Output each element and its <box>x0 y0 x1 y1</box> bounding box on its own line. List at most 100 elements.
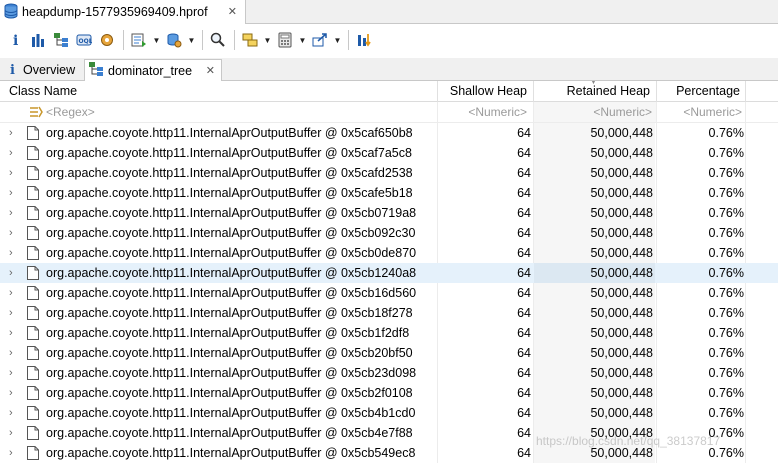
shallow-heap-cell: 64 <box>517 166 531 180</box>
shallow-heap-cell: 64 <box>517 286 531 300</box>
chevron-right-icon[interactable]: › <box>9 363 13 383</box>
table-row[interactable]: › org.apache.coyote.http11.InternalAprOut… <box>0 163 778 183</box>
class-name-cell: org.apache.coyote.http11.InternalAprOutp… <box>46 326 410 340</box>
chevron-right-icon[interactable]: › <box>9 303 13 323</box>
chevron-right-icon[interactable]: › <box>9 283 13 303</box>
percentage-cell: 0.76% <box>708 366 744 380</box>
close-icon[interactable]: ✕ <box>228 5 237 18</box>
class-name-cell: org.apache.coyote.http11.InternalAprOutp… <box>46 306 413 320</box>
close-icon[interactable]: ✕ <box>206 64 215 77</box>
column-header-shallow-heap[interactable]: Shallow Heap <box>438 81 534 102</box>
chevron-right-icon[interactable]: › <box>9 203 13 223</box>
tab-overview-label: Overview <box>23 63 76 77</box>
dominator-tree-icon[interactable] <box>51 29 71 51</box>
table-row[interactable]: › org.apache.coyote.http11.InternalAprOut… <box>0 203 778 223</box>
retained-heap-cell: 50,000,448 <box>534 403 655 423</box>
table-row[interactable]: › org.apache.coyote.http11.InternalAprOut… <box>0 403 778 423</box>
editor-tab-heapdump[interactable]: heapdump-1577935969409.hprof ✕ <box>0 0 246 24</box>
shallow-heap-filter-input[interactable]: <Numeric> <box>438 102 531 122</box>
chevron-down-icon[interactable]: ▼ <box>263 29 272 51</box>
regex-filter-input[interactable]: <Regex> <box>46 102 426 122</box>
chevron-right-icon[interactable]: › <box>9 223 13 243</box>
table-row[interactable]: › org.apache.coyote.http11.InternalAprOut… <box>0 243 778 263</box>
class-name-cell: org.apache.coyote.http11.InternalAprOutp… <box>46 146 412 160</box>
percentage-cell: 0.76% <box>708 126 744 140</box>
oql-icon[interactable]: OQL <box>74 29 94 51</box>
table-row[interactable]: › org.apache.coyote.http11.InternalAprOut… <box>0 343 778 363</box>
chevron-right-icon[interactable]: › <box>9 423 13 443</box>
tab-dominator-tree-label: dominator_tree <box>108 63 193 78</box>
chevron-right-icon[interactable]: › <box>9 243 13 263</box>
file-icon <box>27 126 39 140</box>
retained-heap-cell: 50,000,448 <box>534 143 655 163</box>
toolbar-separator <box>348 30 349 50</box>
percentage-cell: 0.76% <box>708 346 744 360</box>
chevron-down-icon[interactable]: ▼ <box>152 29 161 51</box>
tab-dominator-tree[interactable]: dominator_tree ✕ <box>84 59 222 82</box>
file-icon <box>27 266 39 280</box>
dominator-tree-icon <box>89 62 103 79</box>
class-name-cell: org.apache.coyote.http11.InternalAprOutp… <box>46 266 417 280</box>
tab-overview[interactable]: i Overview <box>4 59 82 81</box>
chevron-down-icon[interactable]: ▼ <box>298 29 307 51</box>
table-row[interactable]: › org.apache.coyote.http11.InternalAprOut… <box>0 323 778 343</box>
table-row[interactable]: › org.apache.coyote.http11.InternalAprOut… <box>0 283 778 303</box>
thread-overview-icon[interactable] <box>97 29 117 51</box>
percentage-cell: 0.76% <box>708 246 744 260</box>
search-icon[interactable] <box>208 29 228 51</box>
table-row[interactable]: › org.apache.coyote.http11.InternalAprOut… <box>0 183 778 203</box>
query-browser-icon[interactable] <box>164 29 184 51</box>
column-header-class-name[interactable]: Class Name <box>0 81 438 102</box>
table-row[interactable]: › org.apache.coyote.http11.InternalAprOut… <box>0 223 778 243</box>
chevron-right-icon[interactable]: › <box>9 143 13 163</box>
retained-heap-cell: 50,000,448 <box>534 343 655 363</box>
histogram-icon[interactable] <box>28 29 48 51</box>
export-icon[interactable] <box>310 29 330 51</box>
run-report-icon[interactable] <box>129 29 149 51</box>
table-row[interactable]: › org.apache.coyote.http11.InternalAprOut… <box>0 123 778 143</box>
shallow-heap-cell: 64 <box>517 246 531 260</box>
calculate-retained-icon[interactable] <box>275 29 295 51</box>
group-by-icon[interactable] <box>240 29 260 51</box>
toolbar-separator <box>123 30 124 50</box>
table-row[interactable]: › org.apache.coyote.http11.InternalAprOut… <box>0 143 778 163</box>
chevron-down-icon[interactable]: ▼ <box>187 29 196 51</box>
view-tab-bar: i Overview dominator_tree ✕ <box>0 58 778 82</box>
svg-text:i: i <box>13 33 18 48</box>
retained-heap-cell: 50,000,448 <box>534 363 655 383</box>
chevron-right-icon[interactable]: › <box>9 123 13 143</box>
retained-heap-filter-input[interactable]: <Numeric> <box>534 102 656 122</box>
chevron-right-icon[interactable]: › <box>9 383 13 403</box>
class-name-cell: org.apache.coyote.http11.InternalAprOutp… <box>46 386 413 400</box>
shallow-heap-cell: 64 <box>517 126 531 140</box>
chevron-right-icon[interactable]: › <box>9 163 13 183</box>
chevron-right-icon[interactable]: › <box>9 263 13 283</box>
table-row[interactable]: › org.apache.coyote.http11.InternalAprOut… <box>0 363 778 383</box>
chevron-right-icon[interactable]: › <box>9 403 13 423</box>
percentage-cell: 0.76% <box>708 306 744 320</box>
class-name-cell: org.apache.coyote.http11.InternalAprOutp… <box>46 166 413 180</box>
shallow-heap-cell: 64 <box>517 406 531 420</box>
info-icon[interactable]: i <box>5 29 25 51</box>
compare-icon[interactable] <box>354 29 374 51</box>
class-name-cell: org.apache.coyote.http11.InternalAprOutp… <box>46 286 417 300</box>
file-icon <box>27 346 39 360</box>
svg-text:OQL: OQL <box>79 38 93 45</box>
table-row[interactable]: › org.apache.coyote.http11.InternalAprOut… <box>0 383 778 403</box>
chevron-down-icon[interactable]: ▼ <box>333 29 342 51</box>
chevron-right-icon[interactable]: › <box>9 183 13 203</box>
percentage-cell: 0.76% <box>708 286 744 300</box>
file-icon <box>27 166 39 180</box>
column-header-percentage[interactable]: Percentage <box>657 81 746 102</box>
percentage-filter-input[interactable]: <Numeric> <box>657 102 746 122</box>
sort-descending-icon: ▼ <box>590 81 597 86</box>
chevron-right-icon[interactable]: › <box>9 323 13 343</box>
table-row[interactable]: › org.apache.coyote.http11.InternalAprOut… <box>0 263 778 283</box>
watermark: https://blog.csdn.net/qq_38137817 <box>536 434 721 448</box>
chevron-right-icon[interactable]: › <box>9 443 13 463</box>
file-icon <box>27 286 39 300</box>
dominator-tree-table: Class Name Shallow Heap Retained Heap Pe… <box>0 81 778 463</box>
chevron-right-icon[interactable]: › <box>9 343 13 363</box>
class-name-cell: org.apache.coyote.http11.InternalAprOutp… <box>46 366 417 380</box>
table-row[interactable]: › org.apache.coyote.http11.InternalAprOut… <box>0 303 778 323</box>
